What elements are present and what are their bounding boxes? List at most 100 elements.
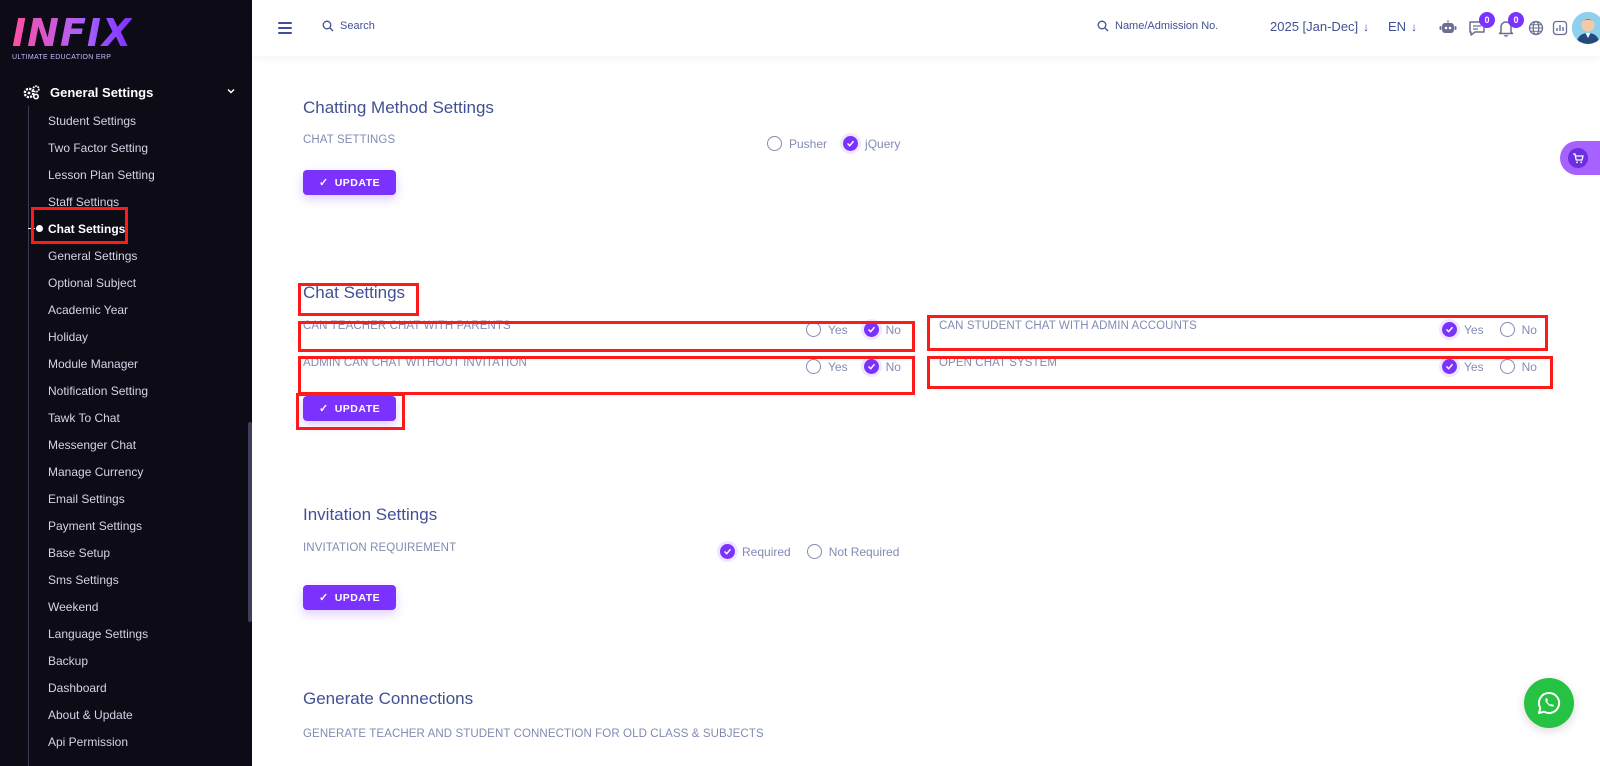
avatar[interactable] — [1572, 12, 1600, 44]
sidebar: INFIX ULTIMATE EDUCATION ERP General Set… — [0, 0, 252, 766]
radio-label: Not Required — [828, 544, 900, 559]
robot-icon[interactable] — [1438, 18, 1458, 38]
radio-no[interactable]: No — [1499, 359, 1537, 374]
menu-icon[interactable] — [278, 22, 292, 34]
sidebar-item-chat-settings[interactable]: Chat Settings — [28, 220, 155, 247]
sidebar-item-two-factor-setting[interactable]: Two Factor Setting — [48, 139, 155, 166]
update-button-chatting-method[interactable]: ✓ UPDATE — [303, 170, 397, 195]
sidebar-item-optional-subject[interactable]: Optional Subject — [48, 274, 155, 301]
radio-label: Yes — [1464, 359, 1484, 374]
academic-year-select[interactable]: 2025 [Jan-Dec] ↓ — [1270, 19, 1369, 34]
check-icon: ✓ — [319, 592, 329, 604]
radio-not-required[interactable]: Not Required — [806, 544, 900, 559]
radio-circle — [806, 322, 821, 337]
active-indicator-line — [28, 228, 35, 229]
whatsapp-button[interactable] — [1524, 678, 1574, 728]
radio-circle — [1499, 322, 1515, 337]
radio-pusher[interactable]: Pusher — [767, 136, 827, 151]
sidebar-item-staff-settings[interactable]: Staff Settings — [48, 193, 155, 220]
radio-circle-checked — [843, 136, 859, 151]
radio-label: Yes — [828, 359, 848, 374]
cart-icon — [1568, 148, 1588, 168]
sidebar-item-notification-setting[interactable]: Notification Setting — [48, 382, 155, 409]
tree-line — [28, 106, 29, 766]
update-button-chat-settings[interactable]: ✓ UPDATE — [303, 396, 397, 421]
brand-logo[interactable]: INFIX ULTIMATE EDUCATION ERP — [12, 14, 132, 61]
setting-label-admin-invitation: ADMIN CAN CHAT WITHOUT INVITATION — [303, 357, 527, 369]
sidebar-item-dashboard[interactable]: Dashboard — [48, 679, 155, 706]
radio-circle-checked — [720, 544, 735, 559]
sidebar-item-api-permission[interactable]: Api Permission — [48, 733, 155, 760]
whatsapp-icon — [1537, 691, 1561, 714]
radio-jquery[interactable]: jQuery — [843, 136, 900, 151]
globe-icon[interactable] — [1526, 18, 1546, 38]
sidebar-item-email-settings[interactable]: Email Settings — [48, 490, 155, 517]
radio-yes[interactable]: Yes — [1442, 322, 1484, 337]
setting-label-teacher-parents: CAN TEACHER CHAT WITH PARENTS — [303, 320, 511, 332]
radio-yes[interactable]: Yes — [1442, 359, 1484, 374]
chatting-method-title: Chatting Method Settings — [303, 98, 494, 117]
sidebar-item-student-settings[interactable]: Student Settings — [48, 112, 155, 139]
sidebar-item-module-manager[interactable]: Module Manager — [48, 355, 155, 382]
radio-label: No — [885, 322, 901, 337]
report-icon[interactable] — [1550, 18, 1570, 38]
sidebar-item-lesson-plan-setting[interactable]: Lesson Plan Setting — [48, 166, 155, 193]
gear-icon — [22, 83, 40, 101]
sidebar-group-general-settings[interactable]: General Settings — [22, 82, 236, 102]
radio-label: No — [1521, 359, 1537, 374]
sidebar-item-messenger-chat[interactable]: Messenger Chat — [48, 436, 155, 463]
search-input[interactable]: Search — [340, 20, 375, 32]
radio-no[interactable]: No — [1499, 322, 1537, 337]
radio-no[interactable]: No — [863, 359, 901, 374]
sidebar-item-manage-currency[interactable]: Manage Currency — [48, 463, 155, 490]
radio-yes[interactable]: Yes — [806, 322, 848, 337]
radio-label: No — [1521, 322, 1537, 337]
sidebar-item-academic-year[interactable]: Academic Year — [48, 301, 155, 328]
admission-search-box[interactable]: Name/Admission No. — [1097, 20, 1218, 32]
bell-icon[interactable]: 0 — [1496, 12, 1524, 38]
sidebar-item-general-settings[interactable]: General Settings — [48, 247, 155, 274]
sidebar-item-language-settings[interactable]: Language Settings — [48, 625, 155, 652]
radio-circle — [806, 359, 821, 374]
active-indicator-dot — [36, 225, 43, 232]
button-label: UPDATE — [334, 402, 381, 415]
sidebar-item-label: Chat Settings — [48, 222, 126, 236]
sidebar-item-about-update[interactable]: About & Update — [48, 706, 155, 733]
main-content: Chatting Method Settings CHAT SETTINGS P… — [252, 56, 1600, 766]
button-label: UPDATE — [334, 591, 381, 604]
radio-no[interactable]: No — [863, 322, 901, 337]
admission-search-input[interactable]: Name/Admission No. — [1115, 20, 1218, 32]
logo-tagline: ULTIMATE EDUCATION ERP — [12, 54, 112, 61]
check-icon: ✓ — [319, 177, 329, 189]
radio-group-student-admin: Yes No — [1442, 322, 1537, 337]
sidebar-item-holiday[interactable]: Holiday — [48, 328, 155, 355]
language-select[interactable]: EN ↓ — [1388, 19, 1417, 34]
sidebar-item-sms-settings[interactable]: Sms Settings — [48, 571, 155, 598]
radio-yes[interactable]: Yes — [806, 359, 848, 374]
generate-connections-title: Generate Connections — [303, 689, 474, 708]
cart-floating-button[interactable] — [1560, 141, 1600, 175]
radio-circle-checked — [1442, 322, 1457, 337]
setting-label-open-chat: OPEN CHAT SYSTEM — [939, 357, 1058, 369]
sidebar-group-label: General Settings — [50, 84, 154, 100]
sidebar-item-weekend[interactable]: Weekend — [48, 598, 155, 625]
radio-circle — [806, 544, 822, 559]
search-box[interactable]: Search — [322, 20, 375, 32]
radio-group-teacher-parents: Yes No — [806, 322, 901, 337]
sidebar-item-payment-settings[interactable]: Payment Settings — [48, 517, 155, 544]
radio-group-open-chat: Yes No — [1442, 359, 1537, 374]
top-header: Search Name/Admission No. 2025 [Jan-Dec]… — [252, 0, 1600, 56]
search-icon — [322, 20, 334, 32]
update-button-invitation[interactable]: ✓ UPDATE — [303, 585, 397, 610]
sidebar-item-base-setup[interactable]: Base Setup — [48, 544, 155, 571]
language-label: EN — [1388, 19, 1407, 34]
radio-label: Yes — [1464, 322, 1484, 337]
radio-circle — [1499, 359, 1515, 374]
radio-required[interactable]: Required — [720, 544, 791, 559]
sidebar-item-backup[interactable]: Backup — [48, 652, 155, 679]
chat-icon[interactable]: 0 — [1467, 12, 1495, 38]
invitation-requirement-label: INVITATION REQUIREMENT — [303, 542, 457, 554]
sidebar-item-tawk-to-chat[interactable]: Tawk To Chat — [48, 409, 155, 436]
generate-connections-label: GENERATE TEACHER AND STUDENT CONNECTION … — [303, 728, 764, 740]
radio-circle-checked — [1442, 359, 1457, 374]
